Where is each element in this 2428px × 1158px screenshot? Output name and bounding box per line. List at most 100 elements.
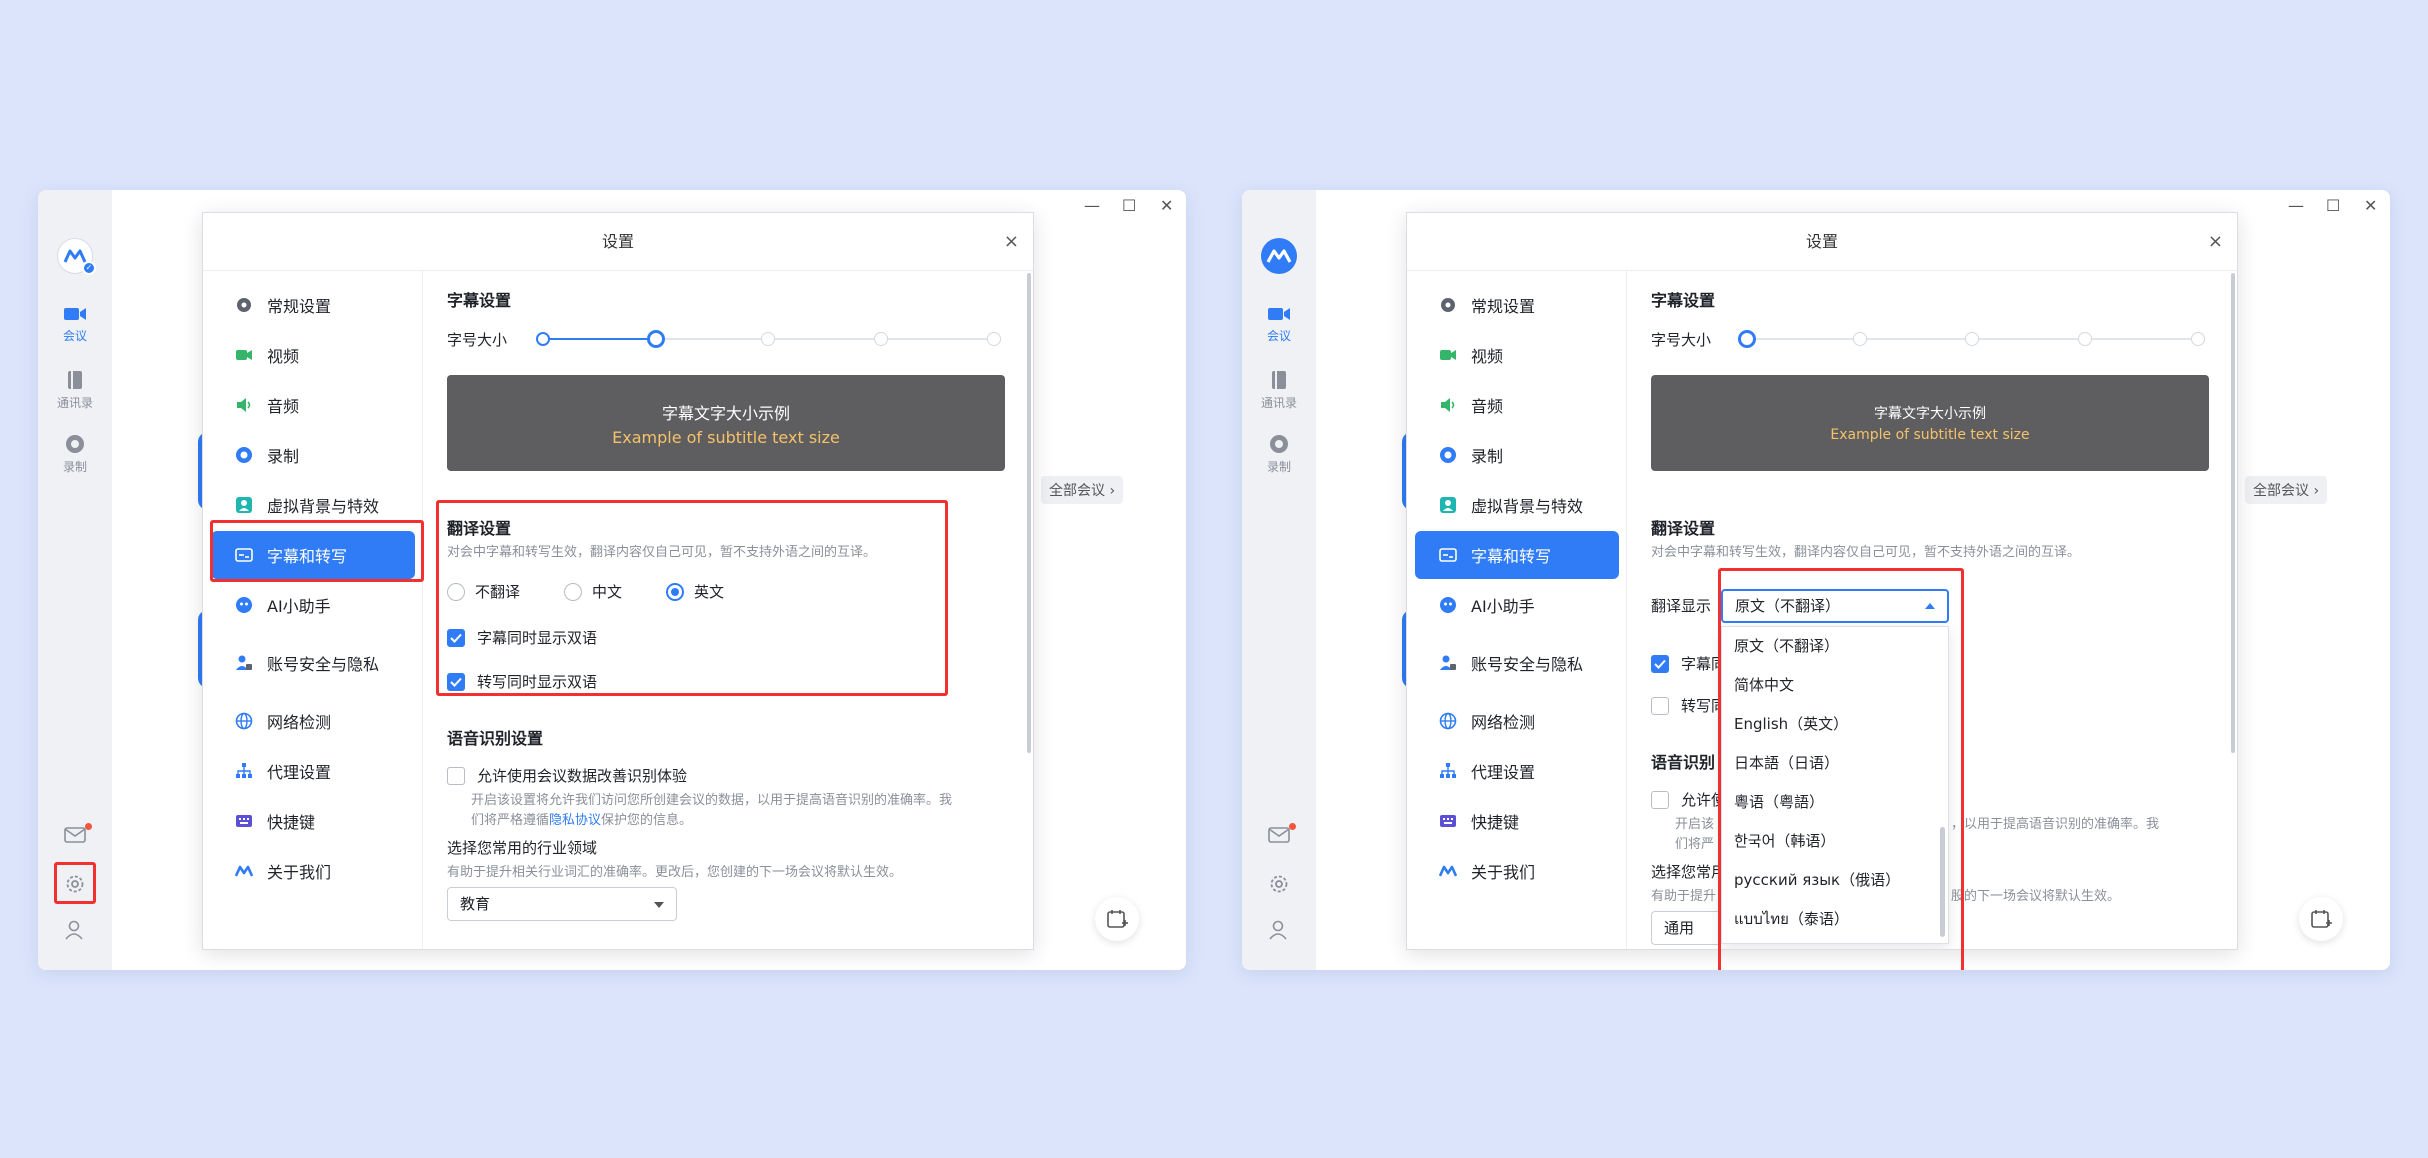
checkbox-bilingual-subtitle[interactable]: 字幕同 [1651,653,1726,674]
user-settings-button[interactable] [38,919,112,941]
radio-chinese[interactable]: 中文 [564,581,622,602]
rail-item-contacts[interactable]: 通讯录 [1242,370,1316,411]
nav-item-shortcuts[interactable]: 快捷键 [1415,797,1619,845]
radio-circle[interactable] [447,582,465,601]
slider-stop[interactable] [874,332,888,346]
radio-no-translate[interactable]: 不翻译 [447,581,520,602]
dialog-close-button[interactable]: × [2208,213,2223,271]
checkbox-bilingual-subtitle[interactable]: 字幕同时显示双语 [447,627,597,648]
nav-item-general[interactable]: 常规设置 [211,281,415,329]
nav-item-network[interactable]: 网络检测 [211,697,415,745]
nav-item-audio[interactable]: 音频 [1415,381,1619,429]
nav-item-network[interactable]: 网络检测 [1415,697,1619,745]
rail-label-record: 录制 [1266,460,1291,474]
nav-item-about[interactable]: 关于我们 [211,847,415,895]
dropdown-option[interactable]: 日本語（日语） [1722,744,1948,783]
nav-item-audio[interactable]: 音频 [211,381,415,429]
maximize-button[interactable]: ☐ [2326,196,2340,215]
user-avatar[interactable]: ✓ [57,238,96,275]
dropdown-option[interactable]: 简体中文 [1722,666,1948,705]
nav-item-proxy[interactable]: 代理设置 [211,747,415,795]
close-window-button[interactable]: ✕ [2364,196,2377,215]
slider-handle[interactable] [647,330,665,348]
nav-item-proxy[interactable]: 代理设置 [1415,747,1619,795]
checkbox-bilingual-transcript[interactable]: 转写同 [1651,695,1726,716]
font-size-slider[interactable] [1738,330,2205,348]
rail-item-contacts[interactable]: 通讯录 [38,370,112,411]
slider-stop[interactable] [761,332,775,346]
nav-item-ai-assistant[interactable]: AI小助手 [211,581,415,629]
rail-item-meeting[interactable]: 会议 [1242,305,1316,344]
minimize-button[interactable]: — [2288,196,2304,215]
nav-item-virtual-background[interactable]: 虚拟背景与特效 [1415,481,1619,529]
radio-circle-checked[interactable] [666,582,685,601]
dropdown-scrollbar[interactable] [1940,827,1945,937]
user-avatar[interactable] [1261,238,1297,274]
dropdown-option[interactable]: 粵语（粤語） [1722,783,1948,822]
nav-item-captions[interactable]: 字幕和转写 [211,531,415,579]
nav-item-record[interactable]: 录制 [211,431,415,479]
close-window-button[interactable]: ✕ [1160,196,1173,215]
nav-item-video[interactable]: 视频 [211,331,415,379]
radio-circle[interactable] [564,582,583,601]
dropdown-option[interactable]: 原文（不翻译） [1722,627,1948,666]
all-meetings-link[interactable]: 全部会议 › [1041,476,1124,504]
slider-stop[interactable] [987,332,1001,346]
checkbox[interactable] [1651,696,1669,715]
nav-item-about[interactable]: 关于我们 [1415,847,1619,895]
dialog-close-button[interactable]: × [1004,213,1019,271]
mail-button[interactable] [38,823,112,844]
slider-handle[interactable] [1738,330,1756,348]
settings-button[interactable] [38,873,112,895]
nav-item-virtual-background[interactable]: 虚拟背景与特效 [211,481,415,529]
nav-item-record[interactable]: 录制 [1415,431,1619,479]
schedule-meeting-button[interactable] [1095,897,1139,941]
checkbox[interactable] [1651,654,1669,673]
dropdown-option[interactable]: แบบไทย（泰语） [1722,900,1948,939]
slider-stop[interactable] [2078,332,2092,346]
slider-stop[interactable] [1853,332,1867,346]
allow-data-desc-1: 开启该设置将允许我们访问您所创建会议的数据，以用于提高语音识别的准确率。我 [471,793,953,808]
checkbox[interactable] [447,766,465,785]
mail-button[interactable] [1242,823,1316,844]
checkbox-allow-data[interactable]: 允许使用会议数据改善识别体验 [447,765,687,786]
nav-item-captions[interactable]: 字幕和转写 [1415,531,1619,579]
account-security-icon [1440,655,1456,670]
rail-item-meeting[interactable]: 会议 [38,305,112,344]
translation-display-select[interactable]: 原文（不翻译） [1721,589,1949,623]
slider-stop[interactable] [2191,332,2205,346]
dropdown-option[interactable]: 한국어（韩语） [1722,822,1948,861]
checkbox[interactable] [447,628,465,647]
industry-select[interactable]: 教育 [447,887,677,921]
user-settings-button[interactable] [1242,919,1316,941]
settings-button[interactable] [1242,873,1316,895]
checkbox[interactable] [447,672,465,691]
rail-item-record[interactable]: 录制 [1242,434,1316,475]
checkbox-bilingual-transcript[interactable]: 转写同时显示双语 [447,671,597,692]
maximize-button[interactable]: ☐ [1122,196,1136,215]
schedule-meeting-button[interactable] [2299,897,2343,941]
nav-label: 快捷键 [1471,813,1520,832]
font-size-slider[interactable] [536,330,1001,348]
nav-item-general[interactable]: 常规设置 [1415,281,1619,329]
nav-item-shortcuts[interactable]: 快捷键 [211,797,415,845]
industry-select[interactable]: 通用 [1651,911,1721,945]
nav-item-video[interactable]: 视频 [1415,331,1619,379]
rail-item-record[interactable]: 录制 [38,434,112,475]
slider-stop[interactable] [1965,332,1979,346]
nav-item-account-security[interactable]: 账号安全与隐私 [1415,639,1619,687]
all-meetings-link[interactable]: 全部会议 › [2245,476,2328,504]
nav-label: 代理设置 [267,763,332,782]
slider-stop[interactable] [536,332,550,346]
checkbox[interactable] [1651,790,1669,809]
dropdown-option[interactable]: русский язык（俄语） [1722,861,1948,900]
privacy-policy-link[interactable]: 隐私协议 [549,813,601,828]
radio-english[interactable]: 英文 [666,581,724,602]
nav-item-account-security[interactable]: 账号安全与隐私 [211,639,415,687]
checkbox-allow-data[interactable]: 允许使 [1651,789,1726,810]
minimize-button[interactable]: — [1084,196,1100,215]
scrollbar[interactable] [2231,273,2235,753]
scrollbar[interactable] [1027,273,1031,753]
nav-item-ai-assistant[interactable]: AI小助手 [1415,581,1619,629]
dropdown-option[interactable]: English（英文） [1722,705,1948,744]
